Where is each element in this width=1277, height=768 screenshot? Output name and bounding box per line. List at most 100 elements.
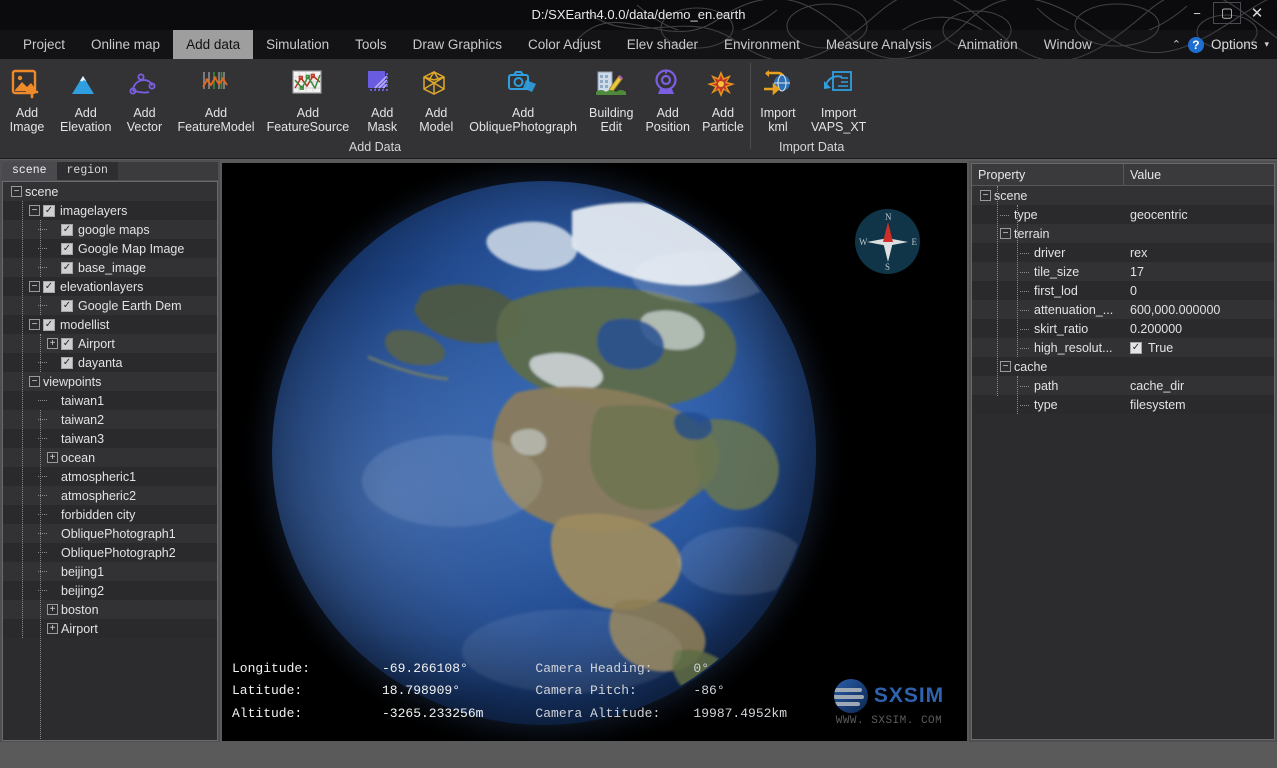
ribbon-button-building-edit[interactable]: Building Edit bbox=[583, 63, 639, 134]
tree-item-elevationlayers[interactable]: − elevationlayers bbox=[3, 277, 217, 296]
ribbon-button-add-featuremodel[interactable]: Add FeatureModel bbox=[171, 63, 260, 134]
ribbon-button-add-particle[interactable]: Add Particle bbox=[696, 63, 750, 134]
maximize-button[interactable]: ▢ bbox=[1213, 2, 1241, 24]
menu-item-tools[interactable]: Tools bbox=[342, 30, 400, 59]
menu-item-draw-graphics[interactable]: Draw Graphics bbox=[400, 30, 515, 59]
tree-item-checkbox[interactable] bbox=[43, 318, 55, 331]
expand-icon[interactable]: + bbox=[47, 604, 58, 615]
tree-item-viewpoints[interactable]: − viewpoints bbox=[3, 372, 217, 391]
ribbon-button-add-image[interactable]: Add Image bbox=[0, 63, 54, 134]
property-value-cell[interactable]: geocentric bbox=[1124, 208, 1274, 222]
tree-item-atmospheric2[interactable]: ⌐atmospheric2 bbox=[3, 486, 217, 505]
ribbon-button-add-vector[interactable]: Add Vector bbox=[117, 63, 171, 134]
tree-item-checkbox[interactable] bbox=[43, 280, 55, 293]
collapse-icon[interactable]: − bbox=[980, 190, 991, 201]
tree-item-beijing1[interactable]: ⌐beijing1 bbox=[3, 562, 217, 581]
ribbon-button-import-vaps_xt[interactable]: Import VAPS_XT bbox=[805, 63, 872, 134]
options-button[interactable]: Options bbox=[1211, 37, 1258, 52]
scene-tree[interactable]: −scene−imagelayers⌐google maps⌐Google Ma… bbox=[2, 181, 218, 741]
compass-widget[interactable]: N E S W bbox=[855, 209, 920, 274]
tree-item-base_image[interactable]: ⌐base_image bbox=[3, 258, 217, 277]
tree-item-checkbox[interactable] bbox=[61, 223, 73, 236]
tree-item-forbidden-city[interactable]: ⌐forbidden city bbox=[3, 505, 217, 524]
hud-value: -69.266108° bbox=[382, 660, 468, 676]
sxsim-logo-icon bbox=[833, 679, 868, 713]
tree-item-checkbox[interactable] bbox=[61, 299, 73, 312]
tree-item-boston[interactable]: + boston bbox=[3, 600, 217, 619]
ribbon-button-import-kml[interactable]: Import kml bbox=[751, 63, 805, 134]
collapse-icon[interactable]: − bbox=[1000, 361, 1011, 372]
collapse-icon[interactable]: − bbox=[29, 376, 40, 387]
menu-item-window[interactable]: Window bbox=[1031, 30, 1105, 59]
property-value-cell[interactable]: 0 bbox=[1124, 284, 1274, 298]
hud-row: Camera Heading: 0° bbox=[535, 658, 787, 681]
tree-item-airport[interactable]: +Airport bbox=[3, 334, 217, 353]
property-value-cell[interactable]: 600,000.000000 bbox=[1124, 303, 1274, 317]
menu-item-add-data[interactable]: Add data bbox=[173, 30, 254, 59]
menu-item-project[interactable]: Project bbox=[10, 30, 78, 59]
menu-item-color-adjust[interactable]: Color Adjust bbox=[515, 30, 614, 59]
tree-item-google-maps[interactable]: ⌐google maps bbox=[3, 220, 217, 239]
menu-item-online-map[interactable]: Online map bbox=[78, 30, 173, 59]
tree-item-taiwan1[interactable]: ⌐taiwan1 bbox=[3, 391, 217, 410]
expand-icon[interactable]: + bbox=[47, 623, 58, 634]
ribbon-button-add-mask[interactable]: Add Mask bbox=[355, 63, 409, 134]
property-row-scene[interactable]: − scene bbox=[972, 186, 1274, 205]
tree-item-checkbox[interactable] bbox=[43, 204, 55, 217]
tree-item-atmospheric1[interactable]: ⌐atmospheric1 bbox=[3, 467, 217, 486]
ribbon-button-add-elevation[interactable]: Add Elevation bbox=[54, 63, 117, 134]
property-value-cell[interactable]: rex bbox=[1124, 246, 1274, 260]
tree-item-dayanta[interactable]: ⌐dayanta bbox=[3, 353, 217, 372]
property-table[interactable]: Property Value − scene type geocentric − terr… bbox=[971, 163, 1275, 740]
property-value-cell[interactable]: cache_dir bbox=[1124, 379, 1274, 393]
tree-item-taiwan2[interactable]: ⌐taiwan2 bbox=[3, 410, 217, 429]
tree-item-beijing2[interactable]: ⌐beijing2 bbox=[3, 581, 217, 600]
tree-item-checkbox[interactable] bbox=[61, 356, 73, 369]
chevron-down-icon[interactable]: ▾ bbox=[1264, 39, 1269, 50]
menu-item-simulation[interactable]: Simulation bbox=[253, 30, 342, 59]
tree-item-taiwan3[interactable]: ⌐taiwan3 bbox=[3, 429, 217, 448]
expand-icon[interactable]: + bbox=[47, 452, 58, 463]
menu-item-environment[interactable]: Environment bbox=[711, 30, 813, 59]
minimize-button[interactable]: − bbox=[1183, 2, 1211, 24]
panel-tab-scene[interactable]: scene bbox=[2, 162, 57, 180]
chevron-up-icon[interactable]: ⌃ bbox=[1172, 38, 1181, 51]
property-value-cell[interactable]: 0.200000 bbox=[1124, 322, 1274, 336]
collapse-icon[interactable]: − bbox=[1000, 228, 1011, 239]
collapse-icon[interactable]: − bbox=[29, 205, 40, 216]
tree-item-google-map-image[interactable]: ⌐Google Map Image bbox=[3, 239, 217, 258]
close-button[interactable]: ✕ bbox=[1243, 2, 1271, 24]
ribbon-button-add-obliquephotograph[interactable]: Add ObliquePhotograph bbox=[463, 63, 583, 134]
help-icon[interactable]: ? bbox=[1187, 36, 1204, 53]
hud-label: Altitude: bbox=[232, 705, 303, 721]
earth-globe[interactable] bbox=[272, 181, 816, 725]
ribbon-button-add-featuresource[interactable]: Add FeatureSource bbox=[261, 63, 356, 134]
tree-item-airport[interactable]: +Airport bbox=[3, 619, 217, 638]
menu-item-elev-shader[interactable]: Elev shader bbox=[614, 30, 711, 59]
property-value-cell[interactable]: filesystem bbox=[1124, 398, 1274, 412]
property-value-checkbox[interactable] bbox=[1130, 341, 1142, 354]
tree-item-obliquephotograph2[interactable]: ⌐ObliquePhotograph2 bbox=[3, 543, 217, 562]
tree-item-obliquephotograph1[interactable]: ⌐ObliquePhotograph1 bbox=[3, 524, 217, 543]
collapse-icon[interactable]: − bbox=[11, 186, 22, 197]
ribbon-button-add-position[interactable]: Add Position bbox=[639, 63, 695, 134]
panel-tab-region[interactable]: region bbox=[56, 162, 118, 180]
tree-item-scene[interactable]: − scene bbox=[3, 182, 217, 201]
collapse-icon[interactable]: − bbox=[29, 281, 40, 292]
property-row-cache[interactable]: − cache bbox=[972, 357, 1274, 376]
expand-icon[interactable]: + bbox=[47, 338, 58, 349]
tree-item-google-earth-dem[interactable]: ⌐Google Earth Dem bbox=[3, 296, 217, 315]
menu-item-measure-analysis[interactable]: Measure Analysis bbox=[813, 30, 945, 59]
tree-item-checkbox[interactable] bbox=[61, 337, 73, 350]
tree-item-imagelayers[interactable]: − imagelayers bbox=[3, 201, 217, 220]
collapse-icon[interactable]: − bbox=[29, 319, 40, 330]
globe-viewport[interactable]: N E S W Longitude: -69.266108° Latitude: 18… bbox=[222, 163, 967, 741]
tree-item-ocean[interactable]: + ocean bbox=[3, 448, 217, 467]
property-value-cell[interactable]: True bbox=[1124, 341, 1274, 355]
tree-item-modellist[interactable]: − modellist bbox=[3, 315, 217, 334]
tree-item-checkbox[interactable] bbox=[61, 242, 73, 255]
ribbon-button-add-model[interactable]: Add Model bbox=[409, 63, 463, 134]
property-value-cell[interactable]: 17 bbox=[1124, 265, 1274, 279]
menu-item-animation[interactable]: Animation bbox=[945, 30, 1031, 59]
tree-item-checkbox[interactable] bbox=[61, 261, 73, 274]
